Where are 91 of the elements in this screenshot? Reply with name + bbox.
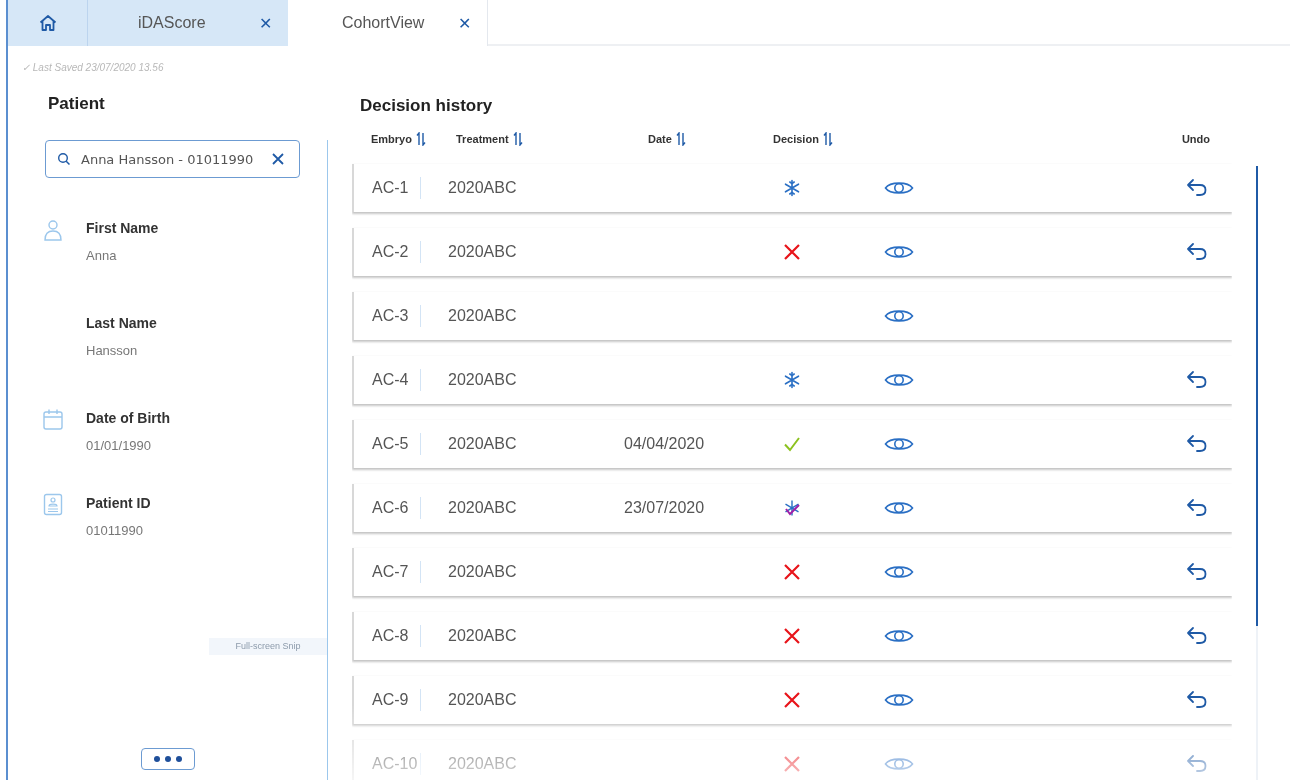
table-row[interactable]: AC-1 2020ABC [352,164,1232,212]
sort-icon[interactable] [512,132,523,146]
sort-icon[interactable] [415,132,426,146]
undo-icon[interactable] [1186,498,1208,518]
cross-icon [782,755,801,773]
table-cell-text: AC-4 [371,371,410,389]
table-cell-text: AC-9 [371,691,410,709]
table-cell-text: 2020ABC [448,627,518,645]
undo-icon[interactable] [1186,562,1208,582]
undo-icon[interactable] [1186,434,1208,454]
clear-icon[interactable] [271,152,285,166]
column-header[interactable]: Treatment [456,132,648,146]
view-icon[interactable] [884,563,914,581]
close-button[interactable]: ✕ [259,13,272,33]
table-cell-text: 2020ABC [448,243,518,261]
table-row[interactable]: AC-9 2020ABC [352,676,1232,724]
tab[interactable]: iDAScore ✕ [88,0,288,46]
table-row[interactable]: AC-2 2020ABC [352,228,1232,276]
table-cell-text: 2020ABC [448,371,518,389]
view-icon[interactable] [884,243,914,261]
table-cell-text: AC-10 [371,755,419,773]
table-cell-text: 2020ABC [448,435,518,453]
cross-icon [782,563,801,581]
section-title: Patient [48,94,105,114]
table-row[interactable]: AC-5 2020ABC 04/04/2020 [352,420,1232,468]
snowflake-icon [782,371,801,389]
view-icon[interactable] [884,691,914,709]
table-cell-text: 2020ABC [448,755,518,773]
table-cell-text: AC-7 [371,563,410,581]
view-icon[interactable] [884,307,914,325]
table-cell: 04/04/2020 [624,435,705,453]
home-tab[interactable] [8,0,88,46]
field-label: Date of Birth [86,410,170,426]
snowflake-icon [782,179,801,197]
cross-icon [782,243,801,261]
cross-icon [782,627,801,645]
sort-icon[interactable] [675,132,686,146]
close-button[interactable]: ✕ [458,13,471,33]
calendar-icon [42,408,64,431]
last-saved-text: ✓ Last Saved 23/07/2020 13.56 [22,62,164,73]
table-cell-text: 2020ABC [448,563,518,581]
more-button[interactable] [140,748,195,770]
cross-icon [782,691,801,709]
field-label: Patient ID [86,495,151,511]
id-card-icon [42,493,64,516]
check-icon [782,435,801,453]
table-cell-text: AC-3 [371,307,410,325]
snowflake-check-icon [782,499,801,517]
undo-icon[interactable] [1186,178,1208,198]
field-value: Anna [86,248,118,263]
table-row[interactable]: AC-6 2020ABC 23/07/2020 [352,484,1232,532]
view-icon[interactable] [884,499,914,517]
undo-icon[interactable] [1186,370,1208,390]
view-icon[interactable] [884,179,914,197]
table-cell-text: 2020ABC [448,179,518,197]
person-icon [42,218,64,241]
field-label: First Name [86,220,159,236]
table-cell-text: AC-8 [371,627,410,645]
search-field[interactable]: Anna Hansson - 01011990 [45,140,300,178]
tooltip: Full-screen Snip [209,638,327,655]
undo-icon[interactable] [1186,626,1208,646]
table-cell-text: 2020ABC [448,691,518,709]
search-icon [57,152,71,166]
column-header[interactable]: Date [648,132,773,146]
table-cell: 23/07/2020 [624,499,705,517]
undo-icon[interactable] [1186,242,1208,262]
view-icon[interactable] [884,371,914,389]
table-cell-text: AC-6 [371,499,410,517]
field-label: Last Name [86,315,157,331]
view-icon[interactable] [884,627,914,645]
view-icon[interactable] [884,435,914,453]
table-cell-text: AC-1 [371,179,410,197]
field-value: Hansson [86,343,139,358]
tab[interactable]: CohortView ✕ [288,0,488,46]
undo-icon[interactable] [1186,690,1208,710]
table-row[interactable]: AC-3 2020ABC [352,292,1232,340]
section-title: Decision history [359,96,494,117]
table-row[interactable]: AC-8 2020ABC [352,612,1232,660]
table-row[interactable]: AC-4 2020ABC [352,356,1232,404]
field-value: 01/01/1990 [86,438,153,453]
table-cell-text: 2020ABC [448,307,518,325]
table-row[interactable]: AC-7 2020ABC [352,548,1232,596]
column-header: Undo [1181,133,1210,145]
home-icon [37,13,58,33]
column-header[interactable]: Embryo [352,132,456,146]
field-value: 01011990 [86,523,144,538]
table-cell-text: AC-2 [371,243,410,261]
table-cell-text: AC-5 [371,435,410,453]
sort-icon[interactable] [822,132,833,146]
table-cell-text: 2020ABC [448,499,518,517]
column-header[interactable]: Decision [773,132,1093,146]
